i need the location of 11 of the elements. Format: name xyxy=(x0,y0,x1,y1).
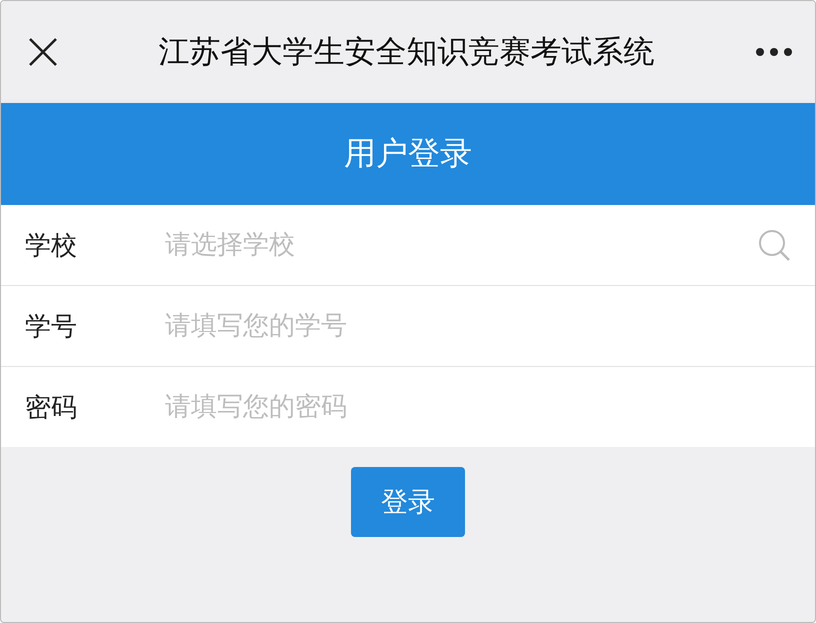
field-label: 学校 xyxy=(25,230,78,262)
header-title: 用户登录 xyxy=(344,133,472,174)
field-label: 学号 xyxy=(25,310,78,344)
login-button[interactable]: 登录 xyxy=(351,467,465,537)
input-field[interactable]: 请填写您的密码 xyxy=(165,392,791,422)
input-field[interactable]: 请填写您的学号 xyxy=(165,311,791,341)
field-label: 密码 xyxy=(25,392,78,424)
input-field[interactable]: 请选择学校 xyxy=(165,230,757,260)
page-title: 江苏省大学生安全知识竞赛考试系统 xyxy=(158,33,656,72)
more-icon[interactable] xyxy=(755,47,793,57)
close-icon[interactable] xyxy=(28,37,58,67)
